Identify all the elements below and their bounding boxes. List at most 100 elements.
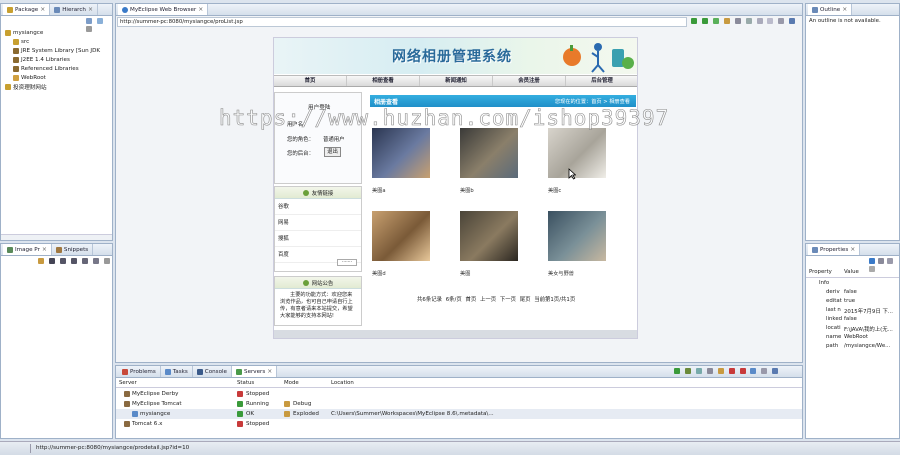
property-row[interactable]: last n 2015年7月9日 下... [806,307,899,316]
maximize-icon[interactable] [789,18,796,24]
minimize-icon[interactable] [761,368,768,374]
tab-problems[interactable]: Problems [118,366,161,377]
zoom-reset-icon[interactable] [81,258,88,264]
settings-icon[interactable] [723,18,730,24]
server-restart-icon[interactable] [706,368,713,374]
album-photo[interactable] [460,128,518,178]
package-icon [7,6,13,13]
go-icon[interactable] [691,18,697,24]
tab-snippets[interactable]: Snippets [52,244,94,255]
server-row[interactable]: mysiangce OK Exploded C:\Users\Summer\Works… [116,409,802,419]
filter-icon[interactable] [877,258,884,264]
friend-link[interactable]: 搜狐 [275,231,361,247]
back-icon[interactable] [701,18,708,24]
server-remove-icon[interactable] [739,368,746,374]
album-photo[interactable] [372,128,430,178]
nav-news[interactable]: 新闻通知 [420,76,493,86]
property-row[interactable]: path/mysiangce/We... [806,343,899,352]
zoom-fit-icon[interactable] [48,258,55,264]
tab-console[interactable]: Console [193,366,233,377]
server-row[interactable]: Tomcat 6.x Stopped [116,419,802,429]
nav-admin[interactable]: 后台管理 [566,76,637,86]
nav-register[interactable]: 会员注册 [493,76,566,86]
exit-button[interactable]: 退出 [324,147,341,157]
tab-servers[interactable]: Servers × [232,366,278,377]
photo-caption[interactable]: 美图b [460,187,474,194]
package-tree: mysiangce src JRE System Library [Sun JDK J… [5,28,112,91]
photo-caption[interactable]: 美图a [372,187,386,194]
close-icon[interactable]: × [267,368,272,375]
album-photo[interactable] [548,128,606,178]
server-debug-icon[interactable] [684,368,691,374]
categories-icon[interactable] [869,258,875,264]
restore-icon[interactable] [886,258,893,264]
zoom-in-icon[interactable] [59,258,66,264]
friend-link[interactable]: 谷歌 [275,199,361,215]
grid-icon[interactable] [92,258,99,264]
photo-caption[interactable]: 美女与野兽 [548,270,574,277]
print-icon[interactable] [745,18,752,24]
photo-caption[interactable]: 美图 [460,270,470,277]
property-row[interactable]: locati F:\JAVA\我的上(无... [806,325,899,334]
refresh-icon[interactable] [38,258,44,264]
links-select[interactable]: ······· [337,259,357,266]
album-photo[interactable] [548,211,606,261]
close-icon[interactable]: × [40,6,45,13]
tree-item[interactable]: 投资理财网站 [5,82,112,91]
property-row[interactable]: deriv false [806,289,899,298]
server-row[interactable]: MyEclipse Tomcat Running Debug [116,399,802,409]
close-icon[interactable]: × [88,6,93,13]
close-icon[interactable]: × [850,246,855,253]
tab-hierarchy[interactable]: Hierarch × [50,4,98,15]
server-row[interactable]: MyEclipse Derby Stopped [116,389,802,399]
tree-item-label: JRE System Library [Sun JDK [21,47,101,54]
tree-item[interactable]: mysiangce [5,28,112,37]
photo-caption[interactable]: 美图c [548,187,561,194]
outline-tabbar: Outline × [806,4,899,16]
banner-decoration-icon [563,43,634,73]
close-icon[interactable]: × [842,6,847,13]
tab-image-preview[interactable]: Image Pr × [3,244,52,255]
nav-album[interactable]: 相册查看 [347,76,420,86]
tree-item[interactable]: JRE System Library [Sun JDK [5,46,112,55]
tree-item[interactable]: J2EE 1.4 Libraries [5,55,112,64]
tab-outline[interactable]: Outline × [808,4,853,15]
server-deploy-icon[interactable] [717,368,724,374]
friend-link[interactable]: 网易 [275,215,361,231]
link-editor-icon[interactable] [96,18,103,24]
close-icon[interactable]: × [198,6,203,13]
server-start-icon[interactable] [674,368,680,374]
tab-web-browser[interactable]: MyEclipse Web Browser × [118,4,209,15]
photo-caption[interactable]: 美图d [372,270,386,277]
close-icon[interactable]: × [42,246,47,253]
zoom-out-icon[interactable] [70,258,77,264]
property-row[interactable]: linked false [806,316,899,325]
address-bar[interactable]: http://summer-pc:8080/mysiangce/proList.… [117,17,687,27]
forward-icon[interactable] [712,18,719,24]
minimize-icon[interactable] [778,18,785,24]
tab-properties[interactable]: Properties × [808,244,861,255]
property-row[interactable]: editat true [806,298,899,307]
tab-package[interactable]: Package × [3,4,51,15]
album-photo[interactable] [460,211,518,261]
collapse-all-icon[interactable] [86,18,92,24]
server-publish-icon[interactable] [750,368,757,374]
property-row[interactable]: name WebRoot [806,334,899,343]
refresh-icon[interactable] [756,18,763,24]
server-profile-icon[interactable] [695,368,702,374]
tree-item[interactable]: src [5,37,112,46]
hierarchy-icon [54,6,61,13]
server-name: MyEclipse Tomcat [132,401,182,407]
maximize-icon[interactable] [772,368,779,374]
home-icon[interactable] [734,18,741,24]
view-menu-icon[interactable] [103,258,110,264]
tree-item[interactable]: Referenced Libraries [5,64,112,73]
properties-group[interactable]: Info [819,280,829,286]
tab-tasks[interactable]: Tasks [161,366,193,377]
server-stop-icon[interactable] [728,368,735,374]
horizontal-scrollbar[interactable] [1,234,112,240]
album-photo[interactable] [372,211,430,261]
nav-home[interactable]: 首页 [274,76,347,86]
tree-item[interactable]: WebRoot [5,73,112,82]
stop-icon[interactable] [767,18,774,24]
